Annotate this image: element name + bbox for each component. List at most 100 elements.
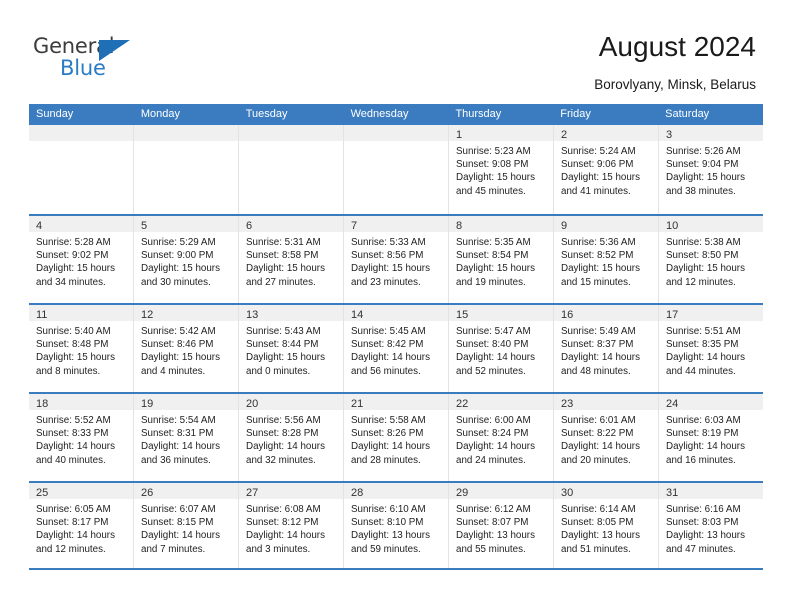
day-detail-line: Sunset: 8:10 PM — [351, 517, 424, 529]
calendar-day-cell[interactable]: 23 Sunrise: 6:01 AM Sunset: 8:22 PM Dayligh… — [554, 394, 659, 481]
calendar-day-cell[interactable]: 18 Sunrise: 5:52 AM Sunset: 8:33 PM Dayligh… — [29, 394, 134, 481]
day-details: Sunrise: 5:26 AM Sunset: 9:04 PM Daylight:… — [659, 141, 763, 198]
day-details: Sunrise: 5:29 AM Sunset: 9:00 PM Daylight:… — [134, 232, 238, 289]
calendar-day-cell[interactable]: 6 Sunrise: 5:31 AM Sunset: 8:58 PM Daylight… — [239, 216, 344, 303]
calendar-day-cell[interactable]: 16 Sunrise: 5:49 AM Sunset: 8:37 PM Dayligh… — [554, 305, 659, 392]
day-detail-line: Sunset: 8:03 PM — [666, 517, 739, 529]
calendar-day-cell[interactable]: 27 Sunrise: 6:08 AM Sunset: 8:12 PM Dayligh… — [239, 483, 344, 568]
calendar-day-cell[interactable]: 21 Sunrise: 5:58 AM Sunset: 8:26 PM Dayligh… — [344, 394, 449, 481]
page-subtitle-location: Borovlyany, Minsk, Belarus — [594, 77, 756, 92]
day-number-band: 12 — [134, 305, 238, 321]
day-detail-line: Sunrise: 5:31 AM — [246, 237, 321, 248]
calendar-day-cell[interactable]: 15 Sunrise: 5:47 AM Sunset: 8:40 PM Dayligh… — [449, 305, 554, 392]
calendar-day-cell[interactable]: 28 Sunrise: 6:10 AM Sunset: 8:10 PM Dayligh… — [344, 483, 449, 568]
day-number: 15 — [456, 309, 469, 321]
calendar-day-cell[interactable]: 24 Sunrise: 6:03 AM Sunset: 8:19 PM Dayligh… — [659, 394, 763, 481]
calendar-day-cell[interactable]: 25 Sunrise: 6:05 AM Sunset: 8:17 PM Dayligh… — [29, 483, 134, 568]
calendar-day-cell[interactable]: 4 Sunrise: 5:28 AM Sunset: 9:02 PM Daylight… — [29, 216, 134, 303]
day-number: 17 — [666, 309, 679, 321]
day-number: 30 — [561, 487, 574, 499]
day-detail-line: Sunset: 8:54 PM — [456, 250, 529, 262]
calendar-day-cell[interactable]: 9 Sunrise: 5:36 AM Sunset: 8:52 PM Daylight… — [554, 216, 659, 303]
calendar-day-cell[interactable]: 8 Sunrise: 5:35 AM Sunset: 8:54 PM Daylight… — [449, 216, 554, 303]
day-number-band: 31 — [659, 483, 763, 499]
day-detail-line: Sunset: 8:15 PM — [141, 517, 214, 529]
calendar-day-cell-empty[interactable] — [344, 125, 449, 214]
day-detail-line: Sunrise: 6:01 AM — [561, 415, 636, 426]
day-detail-line: Daylight: 15 hours — [36, 263, 115, 275]
calendar-day-cell-empty[interactable] — [134, 125, 239, 214]
day-number: 26 — [141, 487, 154, 499]
day-details: Sunrise: 5:28 AM Sunset: 9:02 PM Daylight:… — [29, 232, 133, 289]
calendar-day-cell[interactable]: 20 Sunrise: 5:56 AM Sunset: 8:28 PM Dayligh… — [239, 394, 344, 481]
calendar-day-cell[interactable]: 13 Sunrise: 5:43 AM Sunset: 8:44 PM Dayligh… — [239, 305, 344, 392]
day-detail-line: and 48 minutes. — [561, 365, 631, 377]
day-number-band: 26 — [134, 483, 238, 499]
day-detail-line: and 3 minutes. — [246, 543, 311, 555]
day-detail-line: and 55 minutes. — [456, 543, 526, 555]
weekday-header-tuesday: Tuesday — [245, 108, 288, 120]
calendar-day-cell[interactable]: 2 Sunrise: 5:24 AM Sunset: 9:06 PM Daylight… — [554, 125, 659, 214]
day-detail-line: Sunset: 8:31 PM — [141, 428, 214, 440]
calendar-day-cell[interactable]: 30 Sunrise: 6:14 AM Sunset: 8:05 PM Dayligh… — [554, 483, 659, 568]
calendar-day-cell[interactable]: 14 Sunrise: 5:45 AM Sunset: 8:42 PM Dayligh… — [344, 305, 449, 392]
calendar-day-cell[interactable]: 17 Sunrise: 5:51 AM Sunset: 8:35 PM Dayligh… — [659, 305, 763, 392]
calendar-day-cell[interactable]: 29 Sunrise: 6:12 AM Sunset: 8:07 PM Dayligh… — [449, 483, 554, 568]
day-details: Sunrise: 5:35 AM Sunset: 8:54 PM Daylight:… — [449, 232, 553, 289]
day-detail-line: Sunrise: 5:43 AM — [246, 326, 321, 337]
day-detail-line: Daylight: 15 hours — [561, 172, 640, 184]
day-details: Sunrise: 5:31 AM Sunset: 8:58 PM Daylight:… — [239, 232, 343, 289]
day-details: Sunrise: 5:42 AM Sunset: 8:46 PM Daylight:… — [134, 321, 238, 378]
day-details: Sunrise: 5:54 AM Sunset: 8:31 PM Daylight:… — [134, 410, 238, 467]
day-number-band: 21 — [344, 394, 448, 410]
calendar-day-cell[interactable]: 22 Sunrise: 6:00 AM Sunset: 8:24 PM Dayligh… — [449, 394, 554, 481]
calendar-day-cell[interactable]: 26 Sunrise: 6:07 AM Sunset: 8:15 PM Dayligh… — [134, 483, 239, 568]
day-number: 29 — [456, 487, 469, 499]
calendar-day-cell[interactable]: 1 Sunrise: 5:23 AM Sunset: 9:08 PM Daylight… — [449, 125, 554, 214]
day-number: 22 — [456, 398, 469, 410]
calendar-day-cell[interactable]: 5 Sunrise: 5:29 AM Sunset: 9:00 PM Daylight… — [134, 216, 239, 303]
calendar-day-cell[interactable]: 10 Sunrise: 5:38 AM Sunset: 8:50 PM Dayligh… — [659, 216, 763, 303]
day-detail-line: Sunrise: 6:10 AM — [351, 504, 426, 515]
day-number-band: 25 — [29, 483, 133, 499]
day-detail-line: Sunrise: 5:49 AM — [561, 326, 636, 337]
day-details: Sunrise: 5:38 AM Sunset: 8:50 PM Daylight:… — [659, 232, 763, 289]
calendar-day-cell[interactable]: 7 Sunrise: 5:33 AM Sunset: 8:56 PM Daylight… — [344, 216, 449, 303]
calendar-day-cell[interactable]: 31 Sunrise: 6:16 AM Sunset: 8:03 PM Dayligh… — [659, 483, 763, 568]
day-number-band: 16 — [554, 305, 658, 321]
day-detail-line: Daylight: 15 hours — [351, 263, 430, 275]
day-detail-line: Sunrise: 5:52 AM — [36, 415, 111, 426]
day-detail-line: and 7 minutes. — [141, 543, 206, 555]
calendar-day-cell[interactable]: 11 Sunrise: 5:40 AM Sunset: 8:48 PM Dayligh… — [29, 305, 134, 392]
day-detail-line: Daylight: 14 hours — [36, 441, 115, 453]
day-detail-line: and 20 minutes. — [561, 454, 631, 466]
weekday-header-saturday: Saturday — [665, 108, 710, 120]
general-blue-logo[interactable]: General Blue — [33, 36, 153, 86]
day-detail-line: and 34 minutes. — [36, 276, 106, 288]
day-details: Sunrise: 6:07 AM Sunset: 8:15 PM Daylight:… — [134, 499, 238, 556]
day-number-band: 30 — [554, 483, 658, 499]
day-detail-line: Sunrise: 5:33 AM — [351, 237, 426, 248]
day-number-band: 13 — [239, 305, 343, 321]
day-details: Sunrise: 6:01 AM Sunset: 8:22 PM Daylight:… — [554, 410, 658, 467]
day-detail-line: Daylight: 14 hours — [351, 352, 430, 364]
day-details — [134, 141, 238, 145]
day-details: Sunrise: 6:16 AM Sunset: 8:03 PM Daylight:… — [659, 499, 763, 556]
day-detail-line: Sunrise: 5:36 AM — [561, 237, 636, 248]
calendar-day-cell[interactable]: 19 Sunrise: 5:54 AM Sunset: 8:31 PM Dayligh… — [134, 394, 239, 481]
day-detail-line: Daylight: 14 hours — [141, 530, 220, 542]
day-number: 20 — [246, 398, 259, 410]
calendar-day-cell[interactable]: 12 Sunrise: 5:42 AM Sunset: 8:46 PM Dayligh… — [134, 305, 239, 392]
day-detail-line: Daylight: 15 hours — [456, 263, 535, 275]
day-number-band — [29, 125, 133, 141]
day-number: 24 — [666, 398, 679, 410]
day-details — [239, 141, 343, 145]
day-detail-line: Sunset: 8:19 PM — [666, 428, 739, 440]
calendar-day-cell-empty[interactable] — [29, 125, 134, 214]
calendar-day-cell[interactable]: 3 Sunrise: 5:26 AM Sunset: 9:04 PM Daylight… — [659, 125, 763, 214]
page-title: August 2024 — [598, 31, 756, 62]
day-detail-line: Sunrise: 5:54 AM — [141, 415, 216, 426]
day-detail-line: Daylight: 13 hours — [351, 530, 430, 542]
calendar-day-cell-empty[interactable] — [239, 125, 344, 214]
day-number: 21 — [351, 398, 364, 410]
